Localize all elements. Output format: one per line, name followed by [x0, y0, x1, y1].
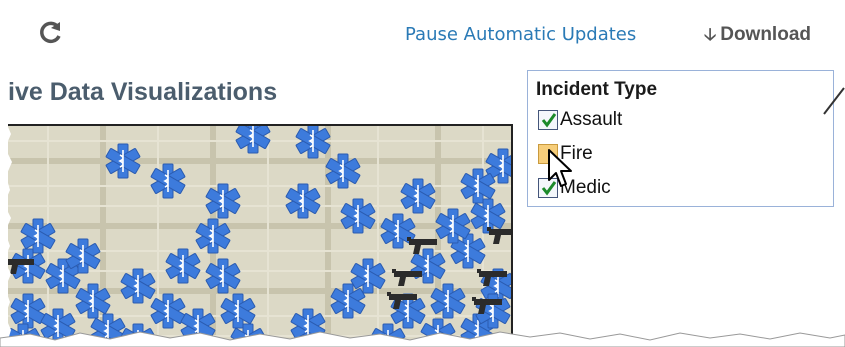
pause-updates-link[interactable]: Pause Automatic Updates	[405, 24, 636, 46]
checkmark-icon	[541, 113, 557, 128]
incident-map[interactable]	[8, 124, 513, 347]
page-title: ive Data Visualizations	[8, 78, 278, 106]
refresh-icon[interactable]	[38, 20, 64, 46]
torn-edge-bottom	[0, 331, 845, 347]
legend-item-assault[interactable]: Assault	[538, 109, 622, 131]
mouse-cursor-icon	[547, 148, 575, 190]
torn-edge-left	[0, 110, 12, 347]
download-label: Download	[720, 24, 811, 45]
callout-line	[822, 86, 845, 116]
download-arrow-icon: 🡣	[704, 25, 717, 44]
assault-checkbox[interactable]	[538, 110, 558, 130]
medic-marker-icon[interactable]	[234, 126, 272, 154]
assault-label: Assault	[560, 109, 623, 130]
download-link[interactable]: 🡣 Download	[704, 24, 811, 46]
legend-title: Incident Type	[536, 79, 658, 100]
medic-marker-icon[interactable]	[294, 126, 332, 159]
map-canvas[interactable]	[8, 126, 513, 347]
